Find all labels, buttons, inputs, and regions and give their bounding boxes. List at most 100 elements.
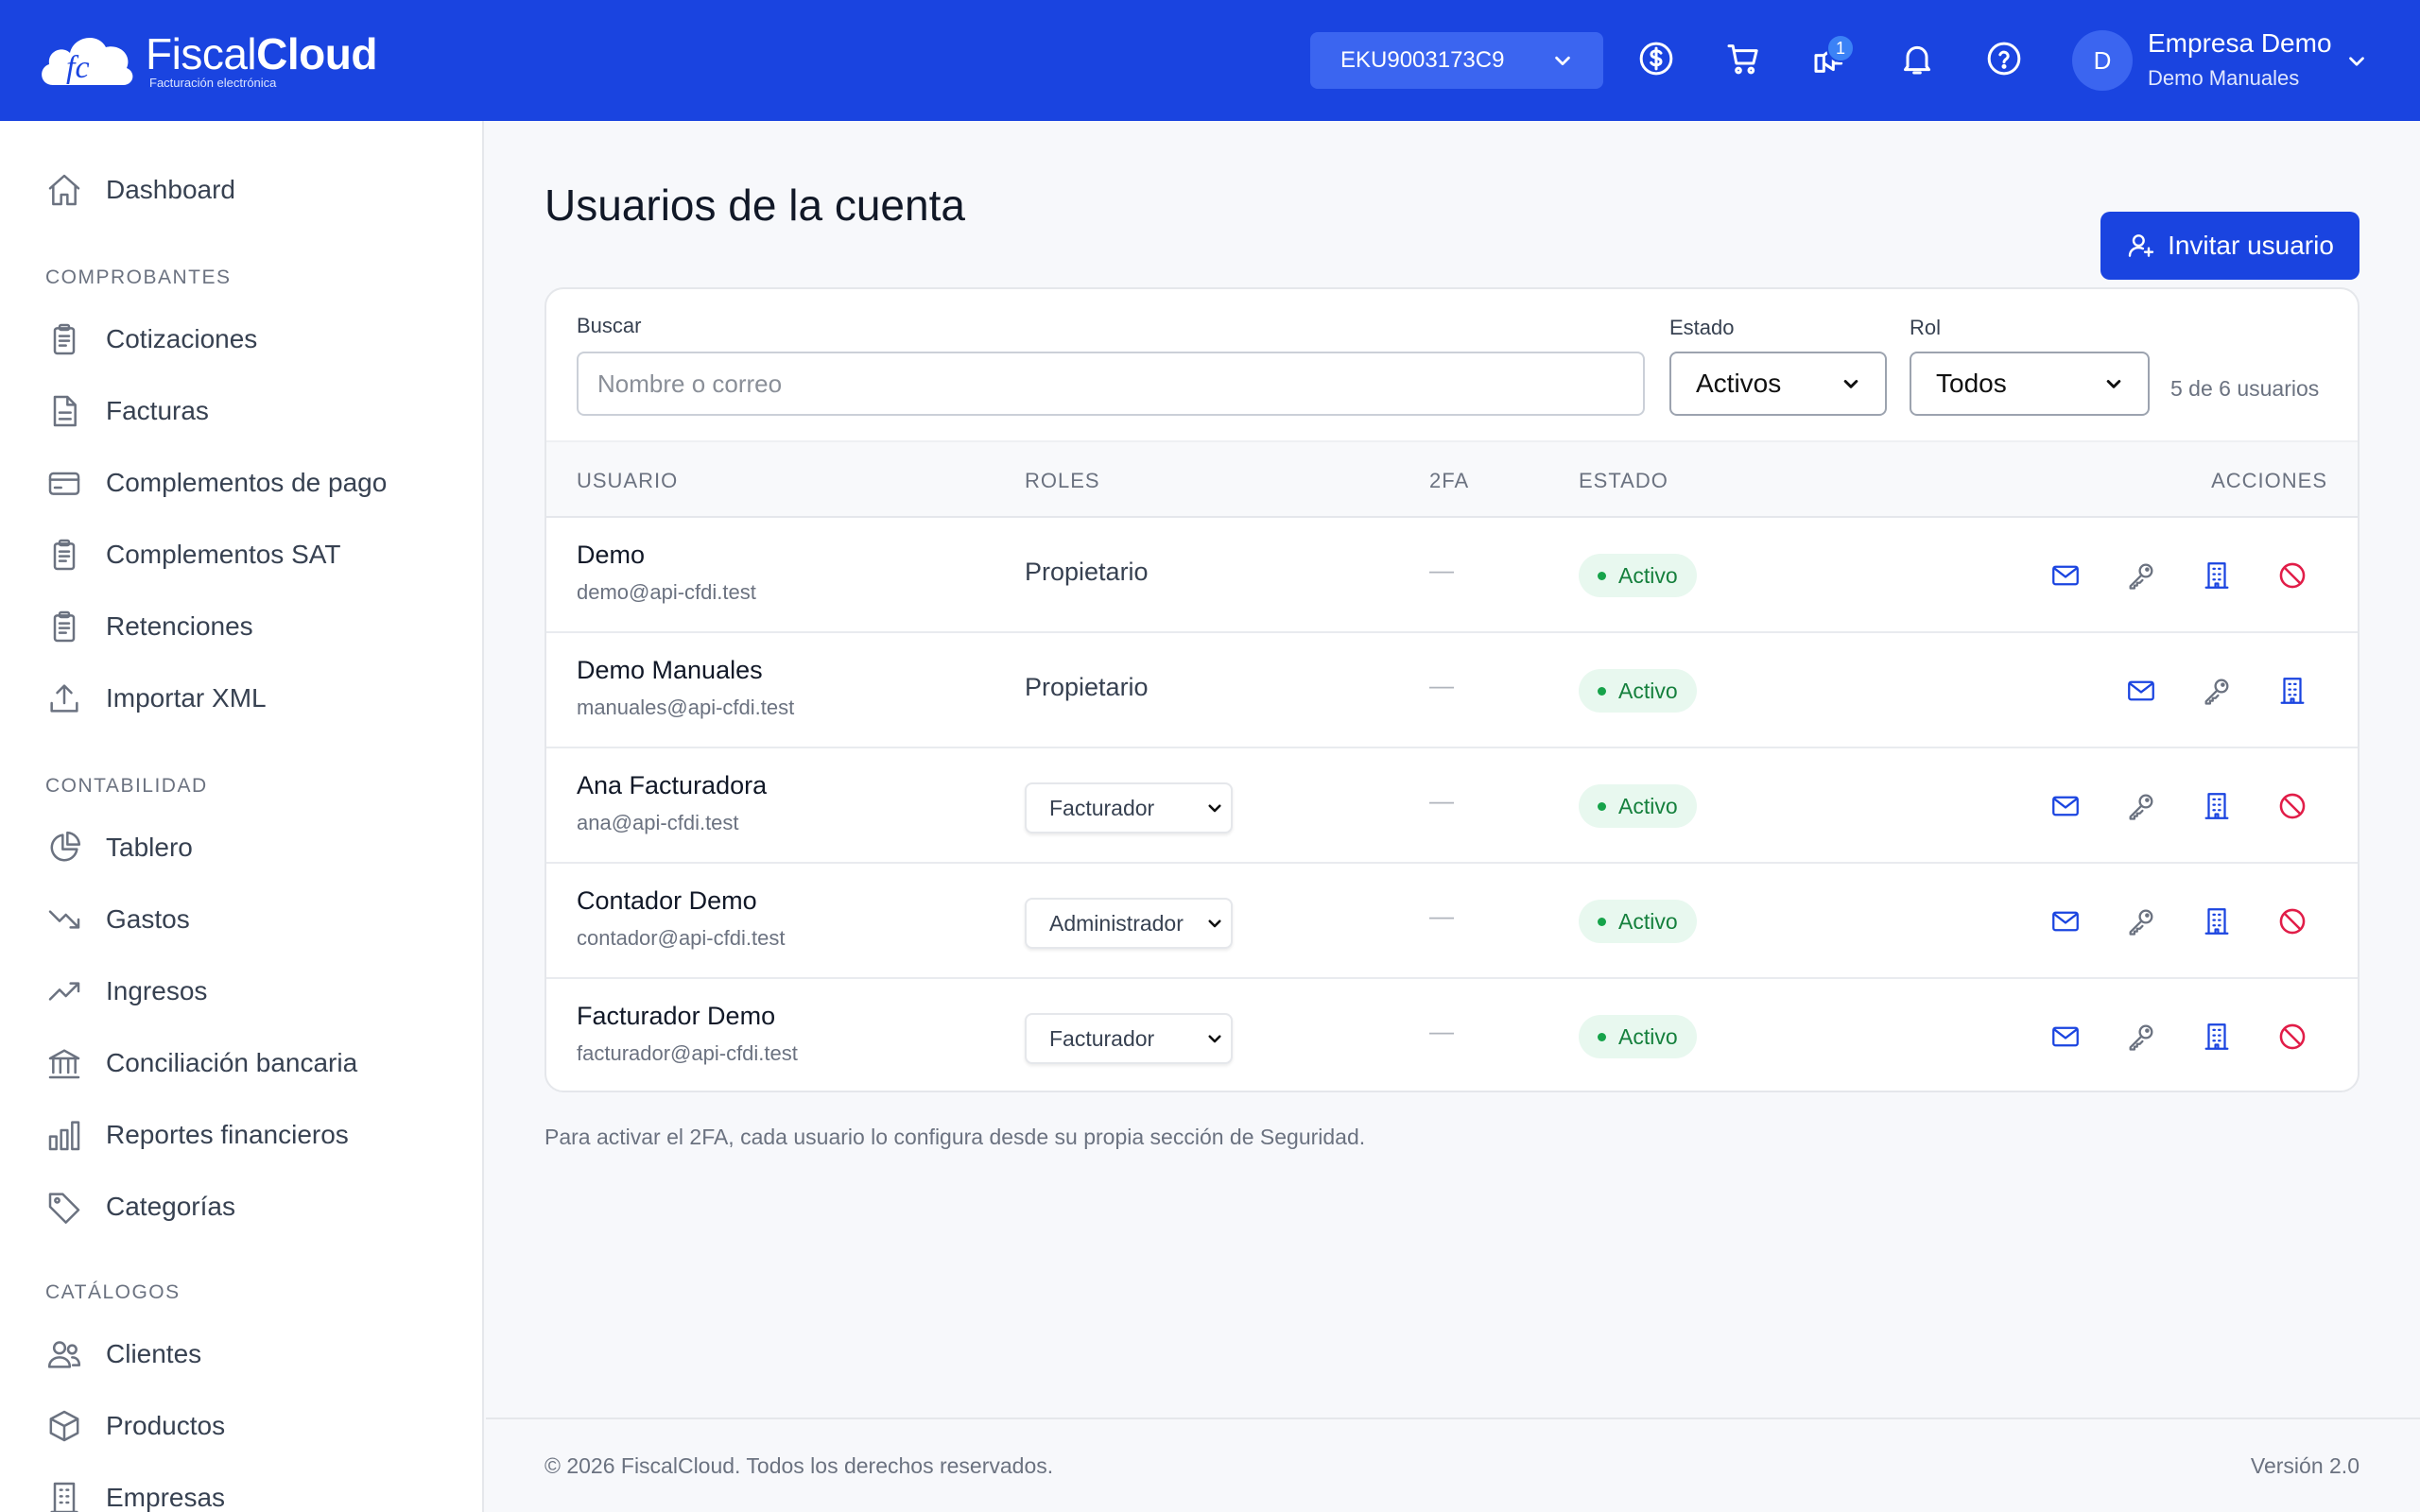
search-label: Buscar — [577, 314, 642, 337]
key-icon[interactable] — [2125, 559, 2157, 592]
brand-name: FiscalCloud Facturación electrónica — [146, 28, 377, 90]
user-name: Contador Demo — [577, 886, 757, 915]
sidebar-item-complementos-sat[interactable]: Complementos SAT — [45, 531, 340, 578]
box-icon — [49, 1410, 79, 1442]
estado-label: Estado — [1669, 316, 1735, 339]
bell-icon[interactable] — [1898, 40, 1936, 77]
invite-user-button[interactable]: Invitar usuario — [2100, 212, 2360, 280]
version: Versión 2.0 — [2250, 1453, 2360, 1478]
sidebar-item-categorias[interactable]: Categorías — [45, 1183, 235, 1230]
rol-select[interactable]: Todos — [1910, 352, 2150, 416]
building-icon[interactable] — [2201, 905, 2233, 937]
table-row: Ana Facturadora ana@api-cfdi.test Factur… — [546, 748, 2358, 864]
user-email: facturador@api-cfdi.test — [577, 1041, 798, 1065]
sidebar-item-productos[interactable]: Productos — [45, 1402, 225, 1450]
chevron-down-icon — [1208, 919, 1221, 928]
sidebar-item-empresas[interactable]: Empresas — [45, 1474, 225, 1512]
user-name: Facturador Demo — [577, 1002, 776, 1030]
role-select[interactable]: Facturador — [1025, 1013, 1233, 1064]
rfc-selector[interactable]: EKU9003173C9 — [1310, 32, 1603, 89]
account-menu[interactable]: Empresa Demo Demo Manuales — [2148, 28, 2332, 91]
email-icon[interactable] — [2125, 675, 2157, 707]
sidebar-item-retenciones[interactable]: Retenciones — [45, 603, 253, 650]
chevron-down-icon[interactable] — [2344, 49, 2369, 74]
key-icon[interactable] — [2201, 675, 2233, 707]
help-icon[interactable] — [1985, 40, 2023, 77]
key-icon[interactable] — [2125, 790, 2157, 822]
user-name: Demo Manuales — [577, 656, 763, 684]
building-icon[interactable] — [2201, 559, 2233, 592]
app-logo[interactable]: fc FiscalCloud Facturación electrónica — [36, 26, 377, 93]
building-icon[interactable] — [2276, 675, 2308, 707]
tfa-value: — — [1429, 671, 1454, 699]
column-estado: ESTADO — [1579, 469, 1668, 492]
sidebar-item-reportes[interactable]: Reportes financieros — [45, 1111, 349, 1159]
table-row: Demo Manuales manuales@api-cfdi.test Pro… — [546, 633, 2358, 748]
user-email: manuales@api-cfdi.test — [577, 696, 795, 719]
sidebar-item-gastos[interactable]: Gastos — [45, 896, 190, 943]
sidebar-item-ingresos[interactable]: Ingresos — [45, 968, 207, 1015]
role-label: Propietario — [1025, 558, 1149, 586]
svg-text:fc: fc — [66, 50, 90, 85]
estado-select[interactable]: Activos — [1669, 352, 1887, 416]
clipboard-icon — [53, 323, 76, 355]
user-email: demo@api-cfdi.test — [577, 580, 756, 604]
clipboard-icon — [53, 610, 76, 643]
user-count: 5 de 6 usuarios — [2170, 376, 2320, 401]
page-title: Usuarios de la cuenta — [544, 180, 965, 230]
key-icon[interactable] — [2125, 905, 2157, 937]
section-comprobantes: COMPROBANTES — [45, 266, 232, 288]
table-row: Demo demo@api-cfdi.test Propietario — Ac… — [546, 518, 2358, 633]
status-badge: Activo — [1579, 784, 1697, 828]
rol-label: Rol — [1910, 316, 1942, 339]
status-badge: Activo — [1579, 1015, 1697, 1058]
sidebar-item-dashboard[interactable]: Dashboard — [45, 166, 235, 214]
chevron-down-icon — [1208, 1035, 1221, 1043]
billing-dollar-icon[interactable] — [1637, 40, 1675, 77]
column-acciones: ACCIONES — [2211, 469, 2327, 492]
email-icon[interactable] — [2049, 905, 2082, 937]
role-label: Propietario — [1025, 673, 1149, 701]
disable-icon[interactable] — [2276, 1021, 2308, 1053]
status-badge: Activo — [1579, 669, 1697, 713]
email-icon[interactable] — [2049, 559, 2082, 592]
building-icon[interactable] — [2201, 790, 2233, 822]
sidebar-item-clientes[interactable]: Clientes — [45, 1331, 201, 1378]
email-icon[interactable] — [2049, 1021, 2082, 1053]
cloud-logo-icon: fc — [42, 37, 133, 85]
chevron-down-icon — [1843, 380, 1858, 388]
sidebar-item-cotizaciones[interactable]: Cotizaciones — [45, 316, 257, 363]
user-name: Demo Manuales — [2148, 66, 2300, 90]
clipboard-icon — [53, 539, 76, 571]
home-icon — [48, 174, 80, 206]
sidebar-item-tablero[interactable]: Tablero — [45, 824, 193, 871]
sidebar-item-conciliacion[interactable]: Conciliación bancaria — [45, 1040, 357, 1087]
sidebar-item-complementos-pago[interactable]: Complementos de pago — [45, 459, 387, 507]
avatar[interactable]: D — [2072, 30, 2133, 91]
table-row: Contador Demo contador@api-cfdi.test Adm… — [546, 864, 2358, 979]
users-icon — [47, 1341, 81, 1368]
section-contabilidad: CONTABILIDAD — [45, 775, 208, 797]
column-usuario: USUARIO — [577, 469, 679, 492]
user-email: ana@api-cfdi.test — [577, 811, 739, 834]
email-icon[interactable] — [2049, 790, 2082, 822]
table-row: Facturador Demo facturador@api-cfdi.test… — [546, 979, 2358, 1091]
filters-bar: Buscar Estado Activos Rol Todos 5 de 6 u… — [546, 289, 2358, 440]
cart-icon[interactable] — [1724, 40, 1762, 77]
user-plus-icon — [2128, 234, 2154, 257]
footer: © 2026 FiscalCloud. Todos los derechos r… — [486, 1418, 2420, 1512]
tfa-value: — — [1429, 902, 1454, 930]
role-select[interactable]: Facturador — [1025, 782, 1233, 833]
trending-up-icon — [48, 982, 80, 1001]
key-icon[interactable] — [2125, 1021, 2157, 1053]
search-input[interactable] — [577, 352, 1645, 416]
role-select[interactable]: Administrador — [1025, 898, 1233, 949]
building-icon[interactable] — [2201, 1021, 2233, 1053]
sidebar: Dashboard COMPROBANTES Cotizaciones Fact… — [0, 121, 484, 1512]
section-catalogos: CATÁLOGOS — [45, 1281, 181, 1303]
sidebar-item-importar-xml[interactable]: Importar XML — [45, 675, 267, 722]
disable-icon[interactable] — [2276, 905, 2308, 937]
disable-icon[interactable] — [2276, 559, 2308, 592]
sidebar-item-facturas[interactable]: Facturas — [45, 387, 209, 435]
disable-icon[interactable] — [2276, 790, 2308, 822]
